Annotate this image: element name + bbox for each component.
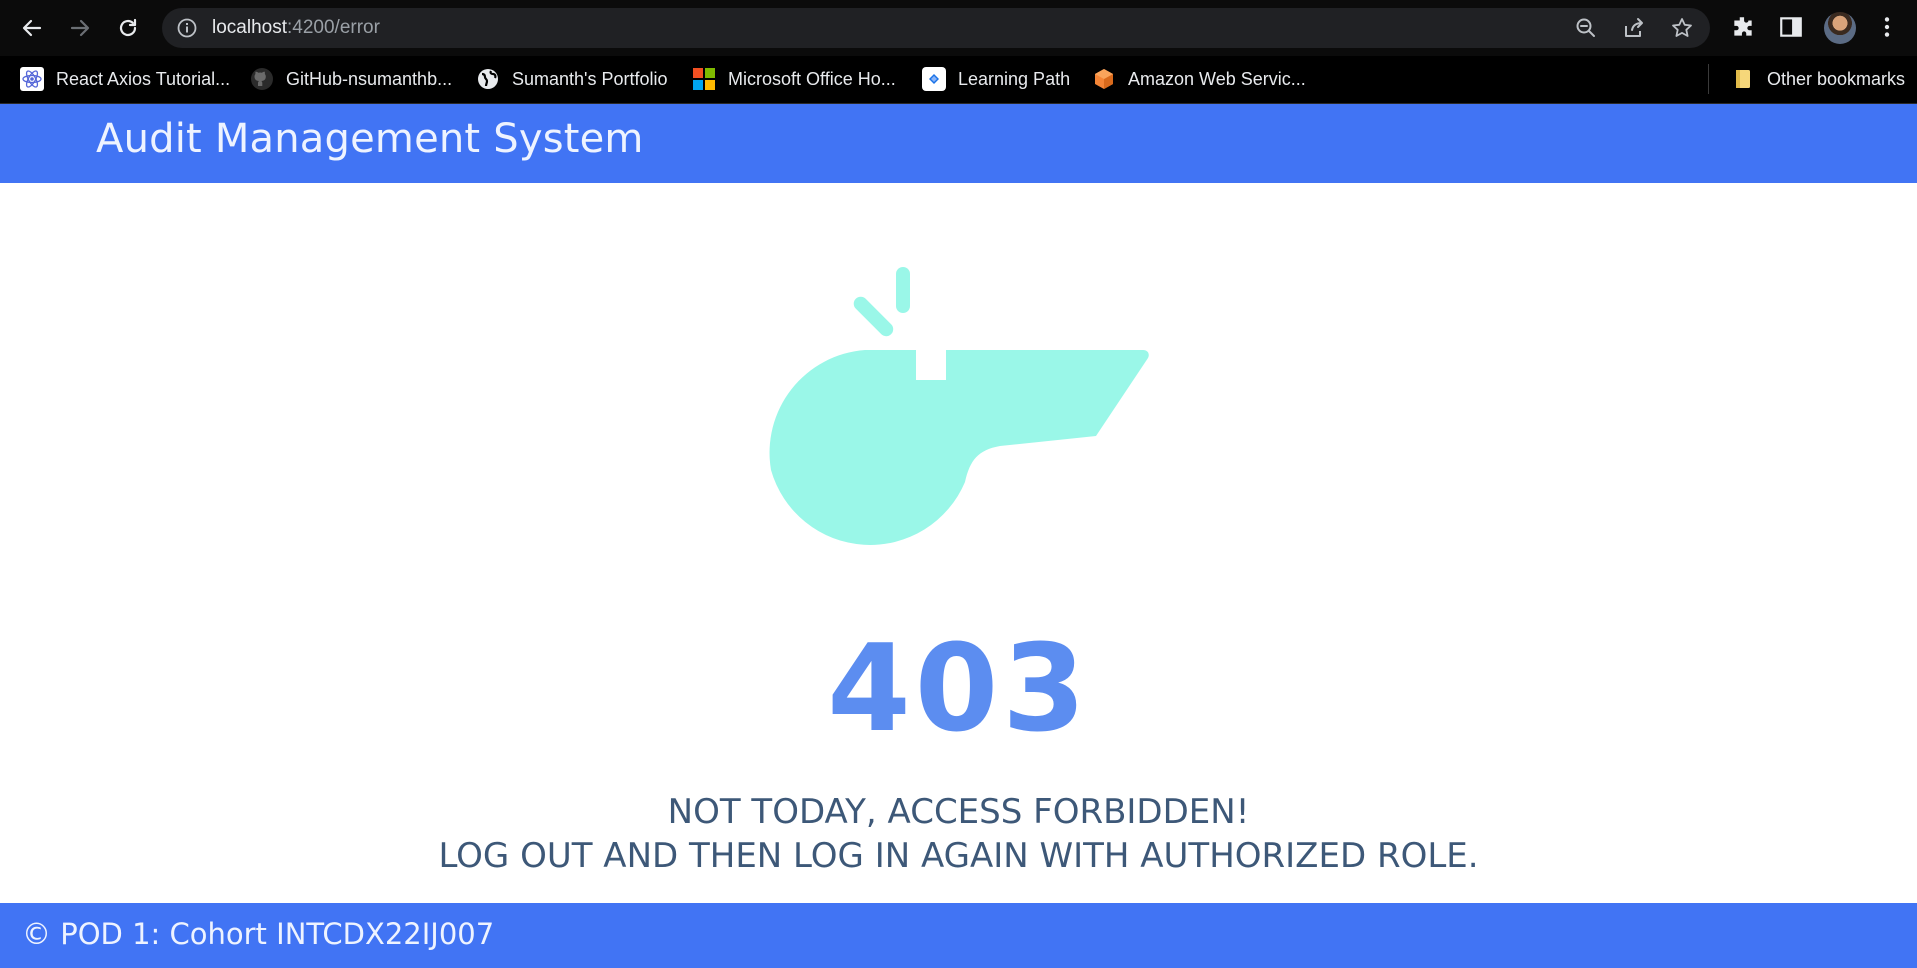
whistle-icon xyxy=(769,267,1149,545)
url-path: :4200/error xyxy=(287,17,380,38)
other-bookmarks-label: Other bookmarks xyxy=(1767,68,1906,89)
error-message-line-2: LOG OUT AND THEN LOG IN AGAIN WITH AUTHO… xyxy=(438,836,1479,876)
bookmark-label: Sumanth's Portfolio xyxy=(512,68,668,89)
bookmark-label: GitHub-nsumanthb... xyxy=(286,68,453,89)
app-header: Audit Management System xyxy=(0,104,1917,183)
bookmark-github[interactable]: GitHub-nsumanthb... xyxy=(250,64,452,94)
bookmark-learning-path[interactable]: Learning Path xyxy=(922,64,1070,94)
back-button[interactable] xyxy=(14,10,50,46)
bookmark-label: React Axios Tutorial... xyxy=(56,68,231,89)
forward-arrow-icon xyxy=(70,19,90,37)
app-title: Audit Management System xyxy=(96,116,644,162)
error-code: 403 xyxy=(827,620,1090,759)
other-bookmarks-folder[interactable]: Other bookmarks xyxy=(1708,64,1905,94)
extensions-icon[interactable] xyxy=(1730,14,1756,40)
footer-copyright: © POD 1: Cohort INTCDX22IJ007 xyxy=(22,917,495,951)
share-icon[interactable] xyxy=(1622,16,1646,40)
error-message-line-1: NOT TODAY, ACCESS FORBIDDEN! xyxy=(667,792,1250,832)
bookmark-portfolio[interactable]: Sumanth's Portfolio xyxy=(476,64,668,94)
react-icon xyxy=(20,67,44,91)
bookmark-microsoft-office[interactable]: Microsoft Office Ho... xyxy=(692,64,896,94)
url-host: localhost xyxy=(212,17,287,38)
browser-toolbar: localhost:4200/error xyxy=(0,0,1917,56)
browser-window-chrome: localhost:4200/error React Axios Tutoria… xyxy=(0,0,1917,104)
bookmark-star-icon[interactable] xyxy=(1670,16,1694,40)
bookmark-react-axios[interactable]: React Axios Tutorial... xyxy=(20,64,230,94)
bookmark-label: Microsoft Office Ho... xyxy=(728,68,896,89)
learning-path-icon xyxy=(922,67,946,91)
url-text[interactable]: localhost:4200/error xyxy=(212,17,380,39)
bookmark-aws[interactable]: Amazon Web Servic... xyxy=(1092,64,1306,94)
reload-icon xyxy=(119,18,137,37)
bookmark-label: Amazon Web Servic... xyxy=(1128,68,1306,89)
zoom-icon[interactable] xyxy=(1574,16,1598,40)
forward-button[interactable] xyxy=(62,10,98,46)
site-info-icon[interactable] xyxy=(176,17,198,39)
back-arrow-icon xyxy=(22,19,42,37)
app-footer: © POD 1: Cohort INTCDX22IJ007 xyxy=(0,903,1917,968)
github-icon xyxy=(251,68,273,90)
reload-button[interactable] xyxy=(110,10,146,46)
address-bar[interactable]: localhost:4200/error xyxy=(162,8,1710,48)
folder-icon xyxy=(1736,70,1750,88)
profile-avatar[interactable] xyxy=(1824,12,1856,44)
more-menu-icon[interactable] xyxy=(1874,14,1900,40)
microsoft-icon xyxy=(693,68,715,90)
globe-icon xyxy=(478,69,498,89)
bookmark-label: Learning Path xyxy=(958,68,1071,89)
bookmarks-bar: React Axios Tutorial... GitHub-nsumanthb… xyxy=(0,56,1917,104)
side-panel-icon[interactable] xyxy=(1778,14,1804,40)
aws-icon xyxy=(1095,69,1113,89)
